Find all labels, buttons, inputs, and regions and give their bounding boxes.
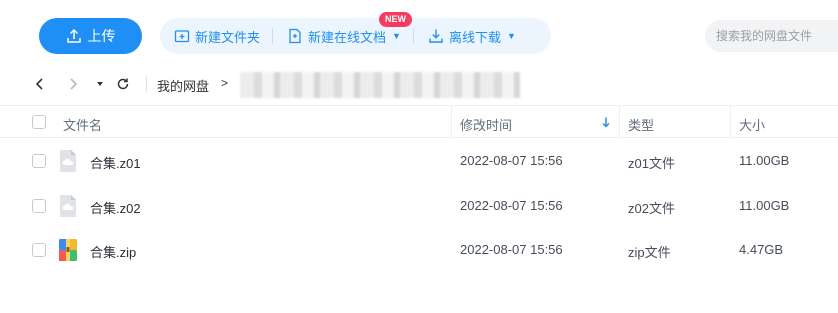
new-doc-icon — [289, 28, 301, 44]
caret-down-icon — [97, 82, 103, 86]
upload-icon — [66, 28, 81, 43]
offline-download-label: 离线下载 — [448, 29, 501, 45]
new-folder-icon — [174, 30, 190, 43]
file-name[interactable]: 合集.z02 — [90, 198, 141, 217]
row-checkbox[interactable] — [32, 199, 46, 213]
column-divider — [619, 106, 620, 138]
chevron-down-icon: ▼ — [506, 31, 516, 41]
forward-button[interactable] — [63, 74, 83, 94]
column-modified-header[interactable]: 修改时间 — [460, 115, 512, 134]
offline-download-button[interactable]: 离线下载 ▼ — [414, 18, 516, 54]
new-online-doc-label: 新建在线文档 — [308, 29, 387, 45]
file-name[interactable]: 合集.zip — [90, 242, 136, 261]
refresh-icon — [117, 78, 129, 90]
file-row[interactable]: 合集.zip 2022-08-07 15:56 zip文件 4.47GB — [0, 228, 838, 272]
column-divider — [730, 106, 731, 138]
file-modified: 2022-08-07 15:56 — [460, 153, 563, 168]
file-size: 11.00GB — [739, 153, 790, 168]
column-divider — [451, 106, 452, 138]
file-modified: 2022-08-07 15:56 — [460, 198, 563, 213]
file-size: 11.00GB — [739, 198, 790, 213]
search-box[interactable] — [705, 20, 838, 52]
new-folder-label: 新建文件夹 — [195, 29, 261, 45]
column-type-header[interactable]: 类型 — [628, 115, 654, 134]
file-size: 4.47GB — [739, 242, 784, 257]
file-row[interactable]: 合集.z02 2022-08-07 15:56 z02文件 11.00GB — [0, 184, 838, 228]
new-folder-button[interactable]: 新建文件夹 — [160, 18, 260, 54]
offline-download-icon — [429, 29, 443, 43]
row-checkbox[interactable] — [32, 154, 46, 168]
column-name-header[interactable]: 文件名 — [63, 115, 102, 134]
archive-part-icon — [60, 150, 76, 172]
chevron-left-icon — [35, 78, 43, 90]
chevron-right-icon — [70, 78, 78, 90]
action-group: 新建文件夹 新建在线文档 ▼ 离线下载 ▼ — [160, 18, 551, 54]
search-input[interactable] — [716, 29, 838, 43]
divider — [146, 76, 147, 92]
breadcrumb-redacted — [240, 72, 520, 98]
new-badge: NEW — [379, 12, 412, 27]
file-list-header: 文件名 修改时间 类型 大小 — [0, 105, 838, 138]
sort-descending-icon[interactable] — [600, 116, 612, 128]
file-modified: 2022-08-07 15:56 — [460, 242, 563, 257]
row-checkbox[interactable] — [32, 243, 46, 257]
zip-archive-icon — [59, 239, 77, 261]
history-dropdown-button[interactable] — [90, 74, 110, 94]
back-button[interactable] — [30, 74, 50, 94]
refresh-button[interactable] — [113, 74, 133, 94]
file-name[interactable]: 合集.z01 — [90, 153, 141, 172]
toolbar: 上传 新建文件夹 新建在线文档 ▼ 离线下载 ▼ NEW — [0, 0, 838, 68]
file-row[interactable]: 合集.z01 2022-08-07 15:56 z01文件 11.00GB — [0, 139, 838, 183]
archive-part-icon — [60, 195, 76, 217]
upload-button[interactable]: 上传 — [39, 18, 142, 54]
column-size-header[interactable]: 大小 — [739, 115, 765, 134]
breadcrumb-separator: > — [221, 76, 229, 90]
chevron-down-icon: ▼ — [392, 31, 401, 41]
file-type: z02文件 — [628, 201, 675, 216]
breadcrumb-root[interactable]: 我的网盘 — [157, 76, 209, 95]
file-type: zip文件 — [628, 245, 671, 260]
file-type: z01文件 — [628, 156, 675, 171]
select-all-checkbox[interactable] — [32, 115, 46, 129]
upload-button-label: 上传 — [87, 28, 116, 44]
navigation-bar: 我的网盘 > — [0, 68, 838, 100]
